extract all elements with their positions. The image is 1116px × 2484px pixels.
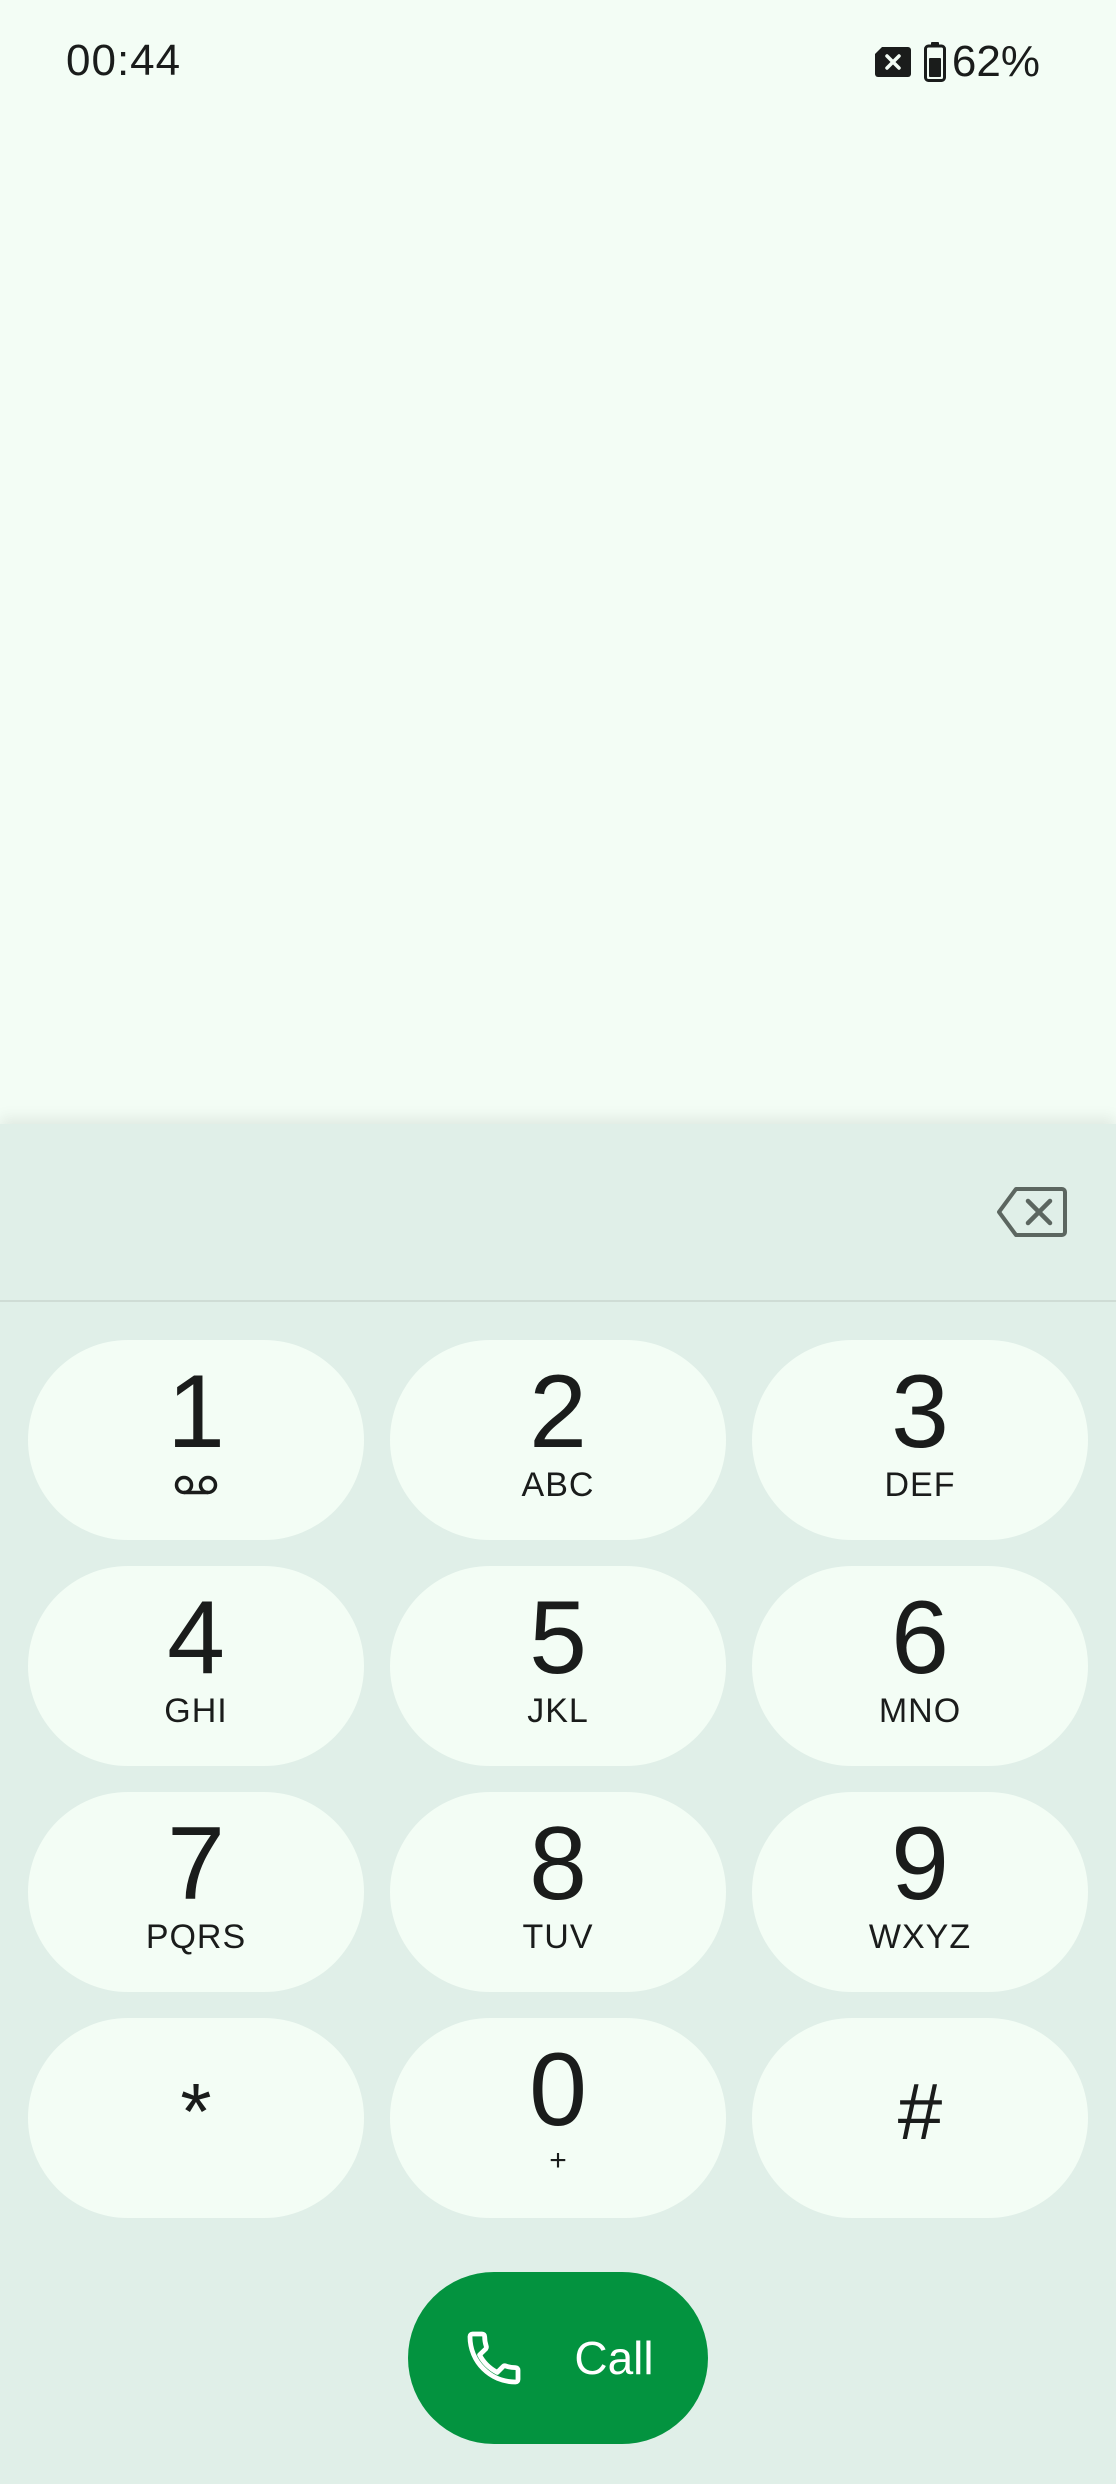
key-letters: GHI	[164, 1692, 228, 1730]
key-digit: 0	[529, 2032, 587, 2148]
key-1[interactable]: 1	[28, 1340, 364, 1540]
key-3[interactable]: 3 DEF	[752, 1340, 1088, 1540]
key-hash[interactable]: #	[752, 2018, 1088, 2218]
call-label: Call	[574, 2332, 654, 2384]
status-bar: 00:44 62%	[0, 0, 1116, 126]
battery-percentage: 62%	[951, 37, 1040, 86]
key-letters: ABC	[521, 1466, 595, 1504]
digits-row	[0, 1124, 1116, 1302]
key-2[interactable]: 2 ABC	[390, 1340, 726, 1540]
key-digit: 7	[167, 1806, 225, 1922]
key-digit: 5	[529, 1580, 587, 1696]
key-digit: 1	[167, 1354, 225, 1470]
battery-icon	[923, 42, 946, 82]
key-digit: 3	[891, 1354, 949, 1470]
key-digit: 4	[167, 1580, 225, 1696]
key-digit: 2	[529, 1354, 587, 1470]
digits-field[interactable]	[40, 1164, 940, 1260]
key-digit: *	[180, 2067, 212, 2156]
no-sim-icon	[874, 47, 911, 77]
backspace-button[interactable]	[992, 1180, 1072, 1244]
key-digit: 6	[891, 1580, 949, 1696]
dialer-screen: 00:44 62% 1 2 ABC 3 DEF 4 GHI 5 JKL 6 MN…	[0, 0, 1116, 2484]
status-icons: 62%	[874, 36, 1040, 88]
key-letters: +	[549, 2144, 567, 2177]
key-letters: DEF	[884, 1466, 956, 1504]
key-letters: TUV	[522, 1918, 594, 1956]
key-0[interactable]: 0 +	[390, 2018, 726, 2218]
key-star[interactable]: *	[28, 2018, 364, 2218]
key-letters: MNO	[878, 1692, 962, 1730]
keypad: 1 2 ABC 3 DEF 4 GHI 5 JKL 6 MNO 7 PQRS 8…	[28, 1340, 1088, 2218]
call-button[interactable]: Call	[408, 2272, 708, 2444]
key-7[interactable]: 7 PQRS	[28, 1792, 364, 1992]
key-letters: WXYZ	[868, 1918, 972, 1956]
phone-icon	[467, 2331, 521, 2385]
voicemail-icon	[174, 1475, 218, 1495]
key-5[interactable]: 5 JKL	[390, 1566, 726, 1766]
key-digit: #	[897, 2067, 943, 2156]
key-digit: 9	[891, 1806, 949, 1922]
key-digit: 8	[529, 1806, 587, 1922]
key-letters: JKL	[527, 1692, 589, 1730]
key-4[interactable]: 4 GHI	[28, 1566, 364, 1766]
key-8[interactable]: 8 TUV	[390, 1792, 726, 1992]
key-letters: PQRS	[145, 1918, 247, 1956]
dialer-results-area	[0, 126, 1116, 1096]
backspace-icon	[997, 1187, 1067, 1237]
key-9[interactable]: 9 WXYZ	[752, 1792, 1088, 1992]
key-6[interactable]: 6 MNO	[752, 1566, 1088, 1766]
status-time: 00:44	[66, 36, 182, 85]
